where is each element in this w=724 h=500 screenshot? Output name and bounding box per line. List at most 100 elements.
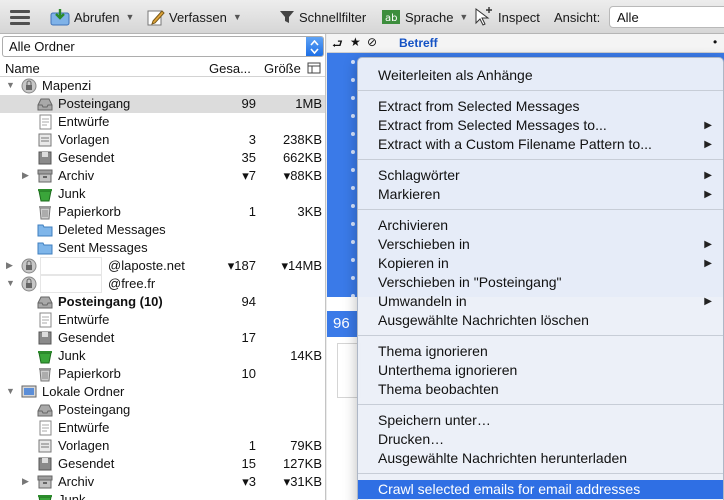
folder-row[interactable]: Entwürfe	[0, 419, 325, 437]
save-as-item[interactable]: Speichern unter…	[358, 411, 723, 430]
folder-size: ▾88KB	[283, 168, 322, 183]
write-button[interactable]: Verfassen ▼	[147, 6, 242, 28]
read-column-icon[interactable]: •	[713, 35, 717, 49]
attachment-column-icon[interactable]: ⊘	[367, 35, 377, 49]
select-arrows-icon[interactable]	[306, 37, 323, 56]
folder-row[interactable]: Papierkorb 1 3KB	[0, 203, 325, 221]
disclosure-closed-icon[interactable]: ▶	[6, 260, 13, 271]
unread-dot-icon	[351, 222, 355, 226]
redacted-account-name	[40, 275, 102, 293]
convert-to-item[interactable]: Umwandeln in ▶	[358, 292, 723, 311]
folder-total: 94	[241, 294, 256, 309]
download-selected-item[interactable]: Ausgewählte Nachrichten herunterladen	[358, 449, 723, 468]
archive-item[interactable]: Archivieren	[358, 216, 723, 235]
folder-size: 14KB	[290, 348, 322, 363]
folder-row[interactable]: ▶ @laposte.net ▾187 ▾14MB	[0, 257, 325, 275]
folder-name: Mapenzi	[42, 78, 92, 93]
menu-separator	[358, 159, 723, 160]
ignore-subthread-item[interactable]: Unterthema ignorieren	[358, 361, 723, 380]
watch-thread-item[interactable]: Thema beobachten	[358, 380, 723, 399]
folder-row[interactable]: Sent Messages	[0, 239, 325, 257]
extract-custom-pattern-item[interactable]: Extract with a Custom Filename Pattern t…	[358, 135, 723, 154]
column-size[interactable]: Größe	[264, 61, 301, 76]
folder-row[interactable]: Vorlagen 1 79KB	[0, 437, 325, 455]
folder-row[interactable]: Junk 14KB	[0, 347, 325, 365]
tags-item[interactable]: Schlagwörter ▶	[358, 166, 723, 185]
folder-name: Vorlagen	[58, 132, 110, 147]
menu-item-label: Extract with a Custom Filename Pattern t…	[378, 136, 652, 152]
inspect-button[interactable]: Inspect	[474, 6, 540, 28]
folder-name: Entwürfe	[58, 420, 110, 435]
forward-as-attachments-item[interactable]: Weiterleiten als Anhänge	[358, 66, 723, 85]
folder-row[interactable]: ▼ @free.fr	[0, 275, 325, 293]
folder-row[interactable]: Gesendet 17	[0, 329, 325, 347]
language-button[interactable]: ab Sprache ▼	[381, 6, 468, 28]
view-filter-input[interactable]: Alle	[609, 6, 724, 28]
folder-row[interactable]: Gesendet 35 662KB	[0, 149, 325, 167]
folder-row[interactable]: ▶ Archiv ▾7 ▾88KB	[0, 167, 325, 185]
folder-row[interactable]: Entwürfe	[0, 311, 325, 329]
extract-selected-to-item[interactable]: Extract from Selected Messages to... ▶	[358, 116, 723, 135]
move-to-inbox-item[interactable]: Verschieben in "Posteingang"	[358, 273, 723, 292]
folder-row[interactable]: Posteingang 99 1MB	[0, 95, 325, 113]
folder-name: Archiv	[58, 474, 95, 489]
menu-item-label: Crawl selected emails for email addresse…	[378, 481, 641, 497]
folder-row[interactable]: Posteingang (10) 94	[0, 293, 325, 311]
folder-name: @free.fr	[108, 276, 156, 291]
copy-to-item[interactable]: Kopieren in ▶	[358, 254, 723, 273]
folder-row[interactable]: Gesendet 15 127KB	[0, 455, 325, 473]
folder-view-select[interactable]: Alle Ordner	[2, 36, 324, 57]
folder-total: 17	[241, 330, 256, 345]
subject-column-header[interactable]: Betreff	[399, 36, 438, 50]
menu-item-label: Extract from Selected Messages to...	[378, 117, 607, 133]
folder-name: Posteingang	[58, 96, 131, 111]
menu-item-label: Thema beobachten	[378, 381, 499, 397]
inspect-cursor-icon	[475, 7, 492, 26]
folder-column-header: Name Gesa... Größe	[0, 59, 325, 77]
menu-item-label: Schlagwörter	[378, 167, 460, 183]
folder-row[interactable]: Deleted Messages	[0, 221, 325, 239]
get-messages-label: Abrufen	[74, 9, 120, 25]
mark-item[interactable]: Markieren ▶	[358, 185, 723, 204]
compose-pencil-icon	[147, 10, 165, 26]
folder-row[interactable]: ▶ Archiv ▾3 ▾31KB	[0, 473, 325, 491]
folder-row[interactable]: Entwürfe	[0, 113, 325, 131]
crawl-emails-item[interactable]: Crawl selected emails for email addresse…	[358, 480, 723, 499]
print-item[interactable]: Drucken…	[358, 430, 723, 449]
folder-row[interactable]: Posteingang	[0, 401, 325, 419]
menu-item-label: Umwandeln in	[378, 293, 467, 309]
chevron-down-icon[interactable]: ▼	[459, 12, 468, 22]
folder-row[interactable]: Vorlagen 3 238KB	[0, 131, 325, 149]
unread-dot-icon	[351, 150, 355, 154]
folder-row[interactable]: Junk	[0, 491, 325, 500]
ignore-thread-item[interactable]: Thema ignorieren	[358, 342, 723, 361]
chevron-down-icon[interactable]: ▼	[233, 12, 242, 22]
folder-size: ▾31KB	[283, 474, 322, 489]
chevron-down-icon[interactable]: ▼	[126, 12, 135, 22]
extract-selected-item[interactable]: Extract from Selected Messages	[358, 97, 723, 116]
unread-dot-icon	[351, 258, 355, 262]
disclosure-closed-icon[interactable]: ▶	[22, 170, 29, 181]
folder-row[interactable]: Junk	[0, 185, 325, 203]
column-picker-icon[interactable]	[307, 62, 321, 74]
disclosure-open-icon[interactable]: ▼	[6, 386, 15, 396]
disclosure-closed-icon[interactable]: ▶	[22, 476, 29, 487]
menu-item-label: Kopieren in	[378, 255, 449, 271]
folder-total: 1	[248, 438, 256, 453]
write-label: Verfassen	[169, 9, 227, 25]
inspect-label: Inspect	[498, 9, 540, 25]
delete-selected-item[interactable]: Ausgewählte Nachrichten löschen	[358, 311, 723, 330]
disclosure-open-icon[interactable]: ▼	[6, 278, 15, 288]
star-column-icon[interactable]: ★	[350, 35, 361, 49]
disclosure-open-icon[interactable]: ▼	[6, 80, 15, 90]
folder-row[interactable]: ▼ Lokale Ordner	[0, 383, 325, 401]
unread-dot-icon	[351, 240, 355, 244]
folder-row[interactable]: ▼ Mapenzi	[0, 77, 325, 95]
move-to-item[interactable]: Verschieben in ▶	[358, 235, 723, 254]
quick-filter-button[interactable]: Schnellfilter	[279, 6, 366, 28]
get-messages-button[interactable]: Abrufen ▼	[50, 6, 134, 28]
column-name[interactable]: Name	[5, 61, 40, 76]
app-menu-button[interactable]	[8, 6, 32, 28]
column-total[interactable]: Gesa...	[209, 61, 251, 76]
folder-row[interactable]: Papierkorb 10	[0, 365, 325, 383]
